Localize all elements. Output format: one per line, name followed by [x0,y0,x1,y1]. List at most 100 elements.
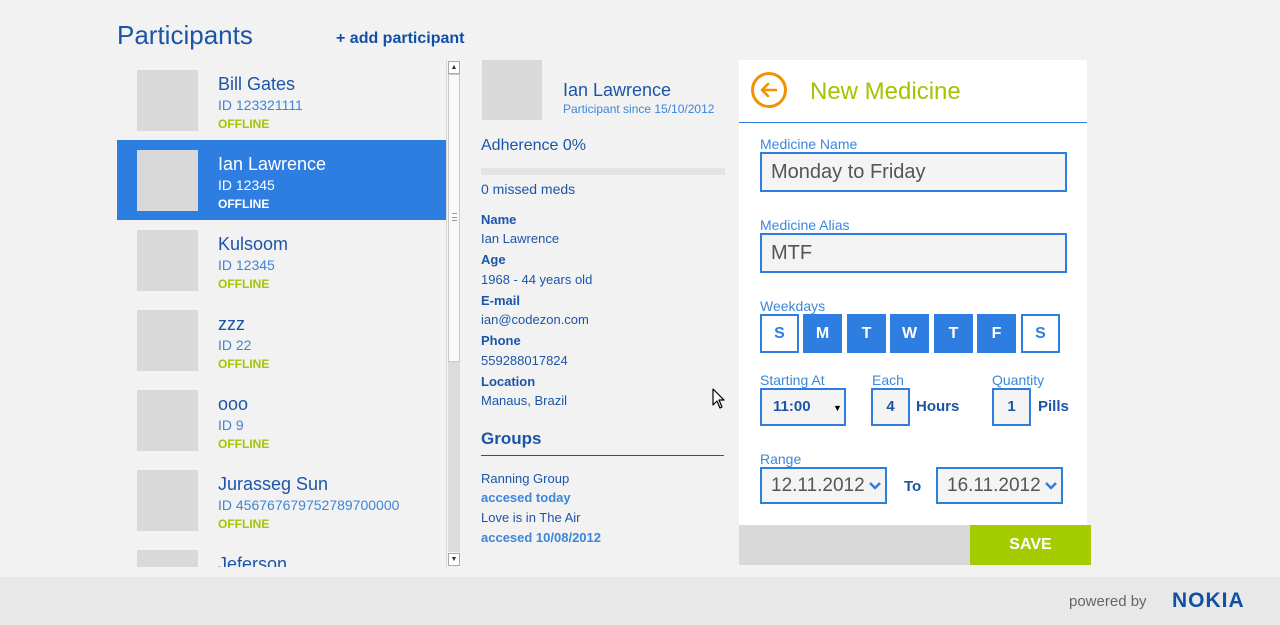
scroll-track[interactable] [448,362,460,552]
range-from-date[interactable]: 12.11.2012 [760,467,887,504]
group-accessed: accesed today [481,490,571,505]
scroll-down-icon[interactable]: ▼ [448,553,460,566]
avatar [137,70,198,131]
participant-status: OFFLINE [218,197,270,211]
weekday-toggle[interactable]: S [1021,314,1060,353]
participant-list: Bill Gates ID 123321111 OFFLINE Ian Lawrenc… [117,60,446,567]
missed-meds-text: 0 missed meds [481,181,576,197]
participant-name: Ian Lawrence [218,154,327,174]
powered-by-text: powered by [1069,593,1147,610]
add-participant-link[interactable]: + add participant [336,30,464,48]
medicine-alias-input[interactable] [760,233,1067,273]
avatar [137,550,198,567]
participant-row[interactable]: Kulsoom ID 12345 OFFLINE [117,220,446,300]
adherence-bar [481,168,725,175]
medicine-name-label: Medicine Name [760,136,858,152]
range-label: Range [760,451,802,467]
weekday-toggle[interactable]: T [847,314,886,353]
participant-list-scrollbar[interactable]: ▲ ▼ [446,60,461,567]
participant-status: OFFLINE [218,357,270,371]
chevron-down-icon [1045,482,1057,490]
field-label-name: Name [481,212,517,227]
range-to-value: 16.11.2012 [947,475,1041,496]
each-input[interactable]: 4 [871,388,910,426]
quantity-label: Quantity [992,372,1045,388]
participant-id: ID 12345 [218,177,275,193]
participant-row[interactable]: Ian Lawrence ID 12345 OFFLINE [117,140,446,220]
participant-id: ID 22 [218,337,252,353]
save-button[interactable]: SAVE [970,525,1091,565]
participant-name: zzz [218,314,245,334]
range-to-label: To [904,478,922,495]
scroll-thumb[interactable] [448,74,460,362]
weekdays-label: Weekdays [760,298,826,314]
participant-name: Jurasseg Sun [218,474,329,494]
mouse-cursor-icon [712,388,725,409]
detail-participant-since: Participant since 15/10/2012 [563,102,715,116]
quantity-input[interactable]: 1 [992,388,1031,426]
scroll-up-icon[interactable]: ▲ [448,61,460,74]
groups-title: Groups [481,429,542,448]
participant-status: OFFLINE [218,117,270,131]
dropdown-caret-icon: ▼ [833,403,842,413]
participant-status: OFFLINE [218,277,270,291]
back-button[interactable] [751,72,787,108]
adherence-text: Adherence 0% [481,137,586,154]
medicine-alias-label: Medicine Alias [760,217,850,233]
field-value-location: Manaus, Brazil [481,393,567,408]
field-value-name: Ian Lawrence [481,231,560,246]
weekday-toggle[interactable]: W [890,314,929,353]
participant-row[interactable]: ooo ID 9 OFFLINE [117,380,446,460]
starting-at-value: 11:00 [773,398,811,415]
starting-at-select[interactable]: 11:00 ▼ [760,388,846,426]
participant-row[interactable]: Bill Gates ID 123321111 OFFLINE [117,60,446,140]
avatar [137,230,198,291]
participant-id: ID 12345 [218,257,275,273]
participant-row[interactable]: Jeferson [117,540,446,567]
weekday-toggle[interactable]: M [803,314,842,353]
group-name[interactable]: Ranning Group [481,471,569,486]
panel-divider [739,122,1087,123]
medicine-name-input[interactable] [760,152,1067,192]
groups-divider [481,455,724,456]
participant-name: Jeferson [218,554,288,567]
group-name[interactable]: Love is in The Air [481,510,580,525]
field-label-location: Location [481,374,536,389]
quantity-unit: Pills [1038,398,1069,415]
each-unit: Hours [916,398,960,415]
field-value-age: 1968 - 44 years old [481,272,593,287]
participant-name: Kulsoom [218,234,289,254]
range-from-value: 12.11.2012 [771,475,865,496]
field-value-email: ian@codezon.com [481,312,589,327]
participant-status: OFFLINE [218,517,270,531]
participant-id: ID 123321111 [218,97,303,113]
field-label-age: Age [481,252,506,267]
field-label-email: E-mail [481,293,521,308]
page-title: Participants [117,20,253,50]
participant-row[interactable]: zzz ID 22 OFFLINE [117,300,446,380]
arrow-left-icon [760,82,778,98]
participant-status: OFFLINE [218,437,270,451]
field-value-phone: 559288017824 [481,353,568,368]
participant-name: ooo [218,394,249,414]
participant-id: ID 9 [218,417,244,433]
panel-footer-bar [739,525,970,565]
detail-name: Ian Lawrence [563,80,672,100]
participant-row[interactable]: Jurasseg Sun ID 456767679752789700000 OFFL… [117,460,446,540]
avatar [137,150,198,211]
weekday-toggle[interactable]: F [977,314,1016,353]
avatar [137,310,198,371]
avatar [137,470,198,531]
starting-at-label: Starting At [760,372,825,388]
weekday-toggle[interactable]: S [760,314,799,353]
nokia-logo: NOKIA [1172,589,1245,612]
detail-avatar [482,60,542,120]
chevron-down-icon [869,482,881,490]
panel-title: New Medicine [810,78,961,105]
group-accessed: accesed 10/08/2012 [481,530,601,545]
field-label-phone: Phone [481,333,521,348]
range-to-date[interactable]: 16.11.2012 [936,467,1063,504]
weekday-toggle[interactable]: T [934,314,973,353]
participant-name: Bill Gates [218,74,296,94]
each-label: Each [872,372,904,388]
